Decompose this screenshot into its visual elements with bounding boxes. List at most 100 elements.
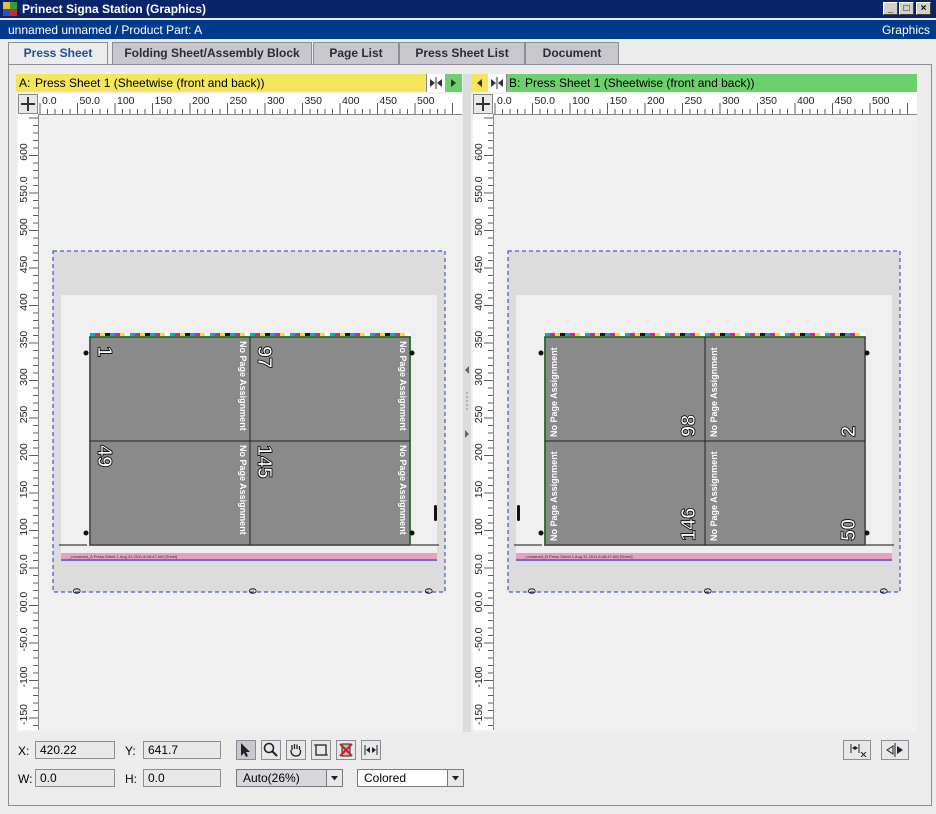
ruler-label: 100 <box>18 518 30 536</box>
edge-mark: 0 <box>701 588 713 594</box>
pointer-tool-button[interactable] <box>236 740 256 760</box>
ruler-label: 300 <box>722 95 740 107</box>
height-field[interactable]: 0.0 <box>143 769 221 787</box>
zoom-tool-button[interactable] <box>261 740 281 760</box>
page-number: 2 <box>838 426 860 437</box>
ruler-label: 100 <box>572 95 590 107</box>
page-assignment-label: No Page Assignment <box>709 347 719 437</box>
ruler-label: 450 <box>835 95 853 107</box>
ruler-label: 0.0 <box>497 95 512 107</box>
panel-a-header: A: Press Sheet 1 (Sheetwise (front and b… <box>16 74 462 92</box>
page-assignment-label: No Page Assignment <box>709 451 719 541</box>
panel-a-split-icon[interactable] <box>426 74 445 92</box>
panel-a-origin-icon[interactable] <box>18 94 38 114</box>
ruler-label: 250 <box>685 95 703 107</box>
maximize-button[interactable]: □ <box>899 2 914 15</box>
tab-press-sheet-list[interactable]: Press Sheet List <box>399 42 525 64</box>
zoom-select[interactable]: Auto(26%) <box>236 769 343 787</box>
page-assignment-label: No Page Assignment <box>398 445 408 535</box>
ruler-label: 550.0 <box>18 176 30 202</box>
ruler-label: 600 <box>473 143 485 161</box>
zoom-dropdown-arrow[interactable] <box>326 770 342 786</box>
zoom-icon <box>263 742 278 757</box>
panel-a-horizontal-ruler: 0.0 50.0 100 150 200 250 300 350 400 450 500 <box>38 94 462 115</box>
ruler-label: 50.0 <box>80 95 101 107</box>
display-mode-select[interactable]: Colored <box>357 769 464 787</box>
ruler-label: 150 <box>473 481 485 499</box>
register-mark <box>83 530 89 536</box>
ruler-label: 200 <box>473 443 485 461</box>
tab-press-sheet[interactable]: Press Sheet <box>8 42 108 66</box>
product-bar: unnamed unnamed / Product Part: A Graphi… <box>0 20 936 39</box>
ruler-label: -50.0 <box>473 627 485 651</box>
chevron-down-icon <box>331 776 338 781</box>
ruler-label: 350 <box>305 95 323 107</box>
edge-mark: 0 <box>525 588 537 594</box>
tab-folding-sheet[interactable]: Folding Sheet/Assembly Block <box>112 42 312 64</box>
ruler-label: -100 <box>473 666 485 687</box>
delete-marks-button[interactable] <box>336 740 356 760</box>
panel-b-prev-icon[interactable] <box>471 74 488 92</box>
ruler-label: 200 <box>192 95 210 107</box>
tab-page-list[interactable]: Page List <box>313 42 399 64</box>
ruler-label: -50.0 <box>18 627 30 651</box>
tab-document[interactable]: Document <box>525 42 619 64</box>
ruler-label: 100 <box>117 95 135 107</box>
fit-width-button[interactable] <box>361 740 381 760</box>
ruler-label: -100 <box>18 666 30 687</box>
slug-strip <box>61 559 437 561</box>
y-coordinate-field[interactable]: 641.7 <box>143 741 221 759</box>
page-number: 50 <box>838 519 860 541</box>
ruler-label: 150 <box>18 481 30 499</box>
ruler-label: 350 <box>473 331 485 349</box>
y-label: Y: <box>125 744 136 758</box>
ruler-label: 600 <box>18 143 30 161</box>
hand-tool-button[interactable] <box>286 740 306 760</box>
display-mode-dropdown-arrow[interactable] <box>447 770 463 786</box>
ruler-label: 350 <box>760 95 778 107</box>
panel-b: B: Press Sheet 1 (Sheetwise (front and b… <box>471 74 917 732</box>
hand-icon <box>290 744 302 757</box>
slug-text: _unnamed_A Press Sheet 1 Aug 31 2011 8:4… <box>68 554 177 559</box>
x-coordinate-field[interactable]: 420.22 <box>35 741 115 759</box>
ruler-label: 350 <box>18 331 30 349</box>
ruler-label: 100 <box>473 518 485 536</box>
ruler-label: 50.0 <box>473 554 485 575</box>
width-field[interactable]: 0.0 <box>35 769 115 787</box>
crop-tool-button[interactable] <box>311 740 331 760</box>
flip-sheet-button[interactable] <box>881 740 909 760</box>
register-mark <box>538 530 544 536</box>
panel-a-vertical-ruler: 600 550.0 500 450 400 350 300 250 200 150 100 50.0 0… <box>18 114 39 730</box>
page-cell <box>704 336 866 442</box>
panel-b-canvas[interactable]: No Page Assignment 98 No Page Assignment 2 N… <box>494 115 917 730</box>
fit-page-icon <box>850 744 867 758</box>
ruler-label: 400 <box>342 95 360 107</box>
ruler-label: 450 <box>473 256 485 274</box>
panel-b-origin-icon[interactable] <box>473 94 493 114</box>
ruler-label: 50.0 <box>18 554 30 575</box>
ruler-label: 50.0 <box>535 95 556 107</box>
page-number: 145 <box>253 445 275 478</box>
page-number: 1 <box>93 346 115 357</box>
page-number: 97 <box>253 346 275 368</box>
fit-page-button[interactable] <box>843 740 871 760</box>
panel-b-split-icon[interactable] <box>488 74 507 92</box>
panel-b-vertical-ruler: 600 550.0 500 450 400 350 300 250 200 150 100 50.0 0… <box>473 114 494 730</box>
display-mode-value: Colored <box>364 771 407 785</box>
ruler-label: 300 <box>18 368 30 386</box>
minimize-button[interactable]: _ <box>883 2 898 15</box>
ruler-label: 250 <box>473 406 485 424</box>
register-mark <box>864 350 870 356</box>
panel-a-next-icon[interactable] <box>445 74 462 92</box>
w-label: W: <box>18 772 33 786</box>
ruler-label: 500 <box>417 95 435 107</box>
ruler-label: 400 <box>797 95 815 107</box>
panel-splitter[interactable] <box>463 74 471 732</box>
ruler-label: 00.0 <box>18 592 30 613</box>
panel-a-canvas[interactable]: No Page Assignment1 No Page Assignment97N… <box>39 115 462 730</box>
panel-b-header: B: Press Sheet 1 (Sheetwise (front and b… <box>471 74 917 92</box>
close-button[interactable]: × <box>916 2 931 15</box>
crop-icon <box>314 744 328 756</box>
ruler-label: 300 <box>473 368 485 386</box>
product-part-label: unnamed unnamed / Product Part: A <box>8 23 203 37</box>
